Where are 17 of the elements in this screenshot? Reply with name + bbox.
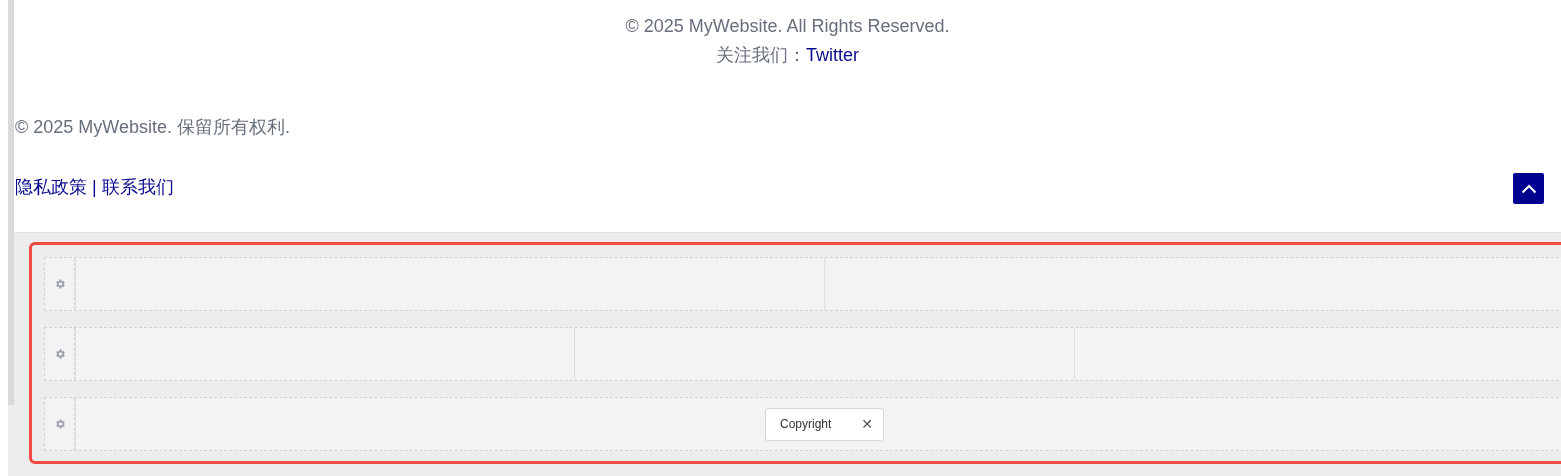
settings-icon[interactable] (53, 348, 66, 360)
copyright-text: © 2025 MyWebsite. All Rights Reserved. (625, 16, 950, 36)
separator: | (91, 177, 98, 197)
privacy-link[interactable]: 隐私政策 (15, 177, 87, 197)
follow-label: 关注我们： (716, 45, 806, 65)
scrollbar[interactable] (8, 0, 14, 476)
remove-button[interactable]: ✕ (861, 416, 873, 432)
twitter-link[interactable]: Twitter (806, 45, 859, 65)
settings-icon[interactable] (53, 278, 66, 290)
contact-link[interactable]: 联系我们 (101, 177, 174, 197)
widget-label: Copyright (780, 417, 832, 431)
settings-icon[interactable] (53, 418, 66, 430)
back-to-top-button[interactable] (1513, 173, 1544, 204)
copyright-text: © 2025 MyWebsite. 保留所有权利. (15, 116, 290, 139)
chevron-up-icon (1520, 183, 1537, 194)
section-frame[interactable]: Copyright ✕ (29, 242, 1561, 464)
widget-chip[interactable]: Copyright ✕ (765, 407, 884, 441)
